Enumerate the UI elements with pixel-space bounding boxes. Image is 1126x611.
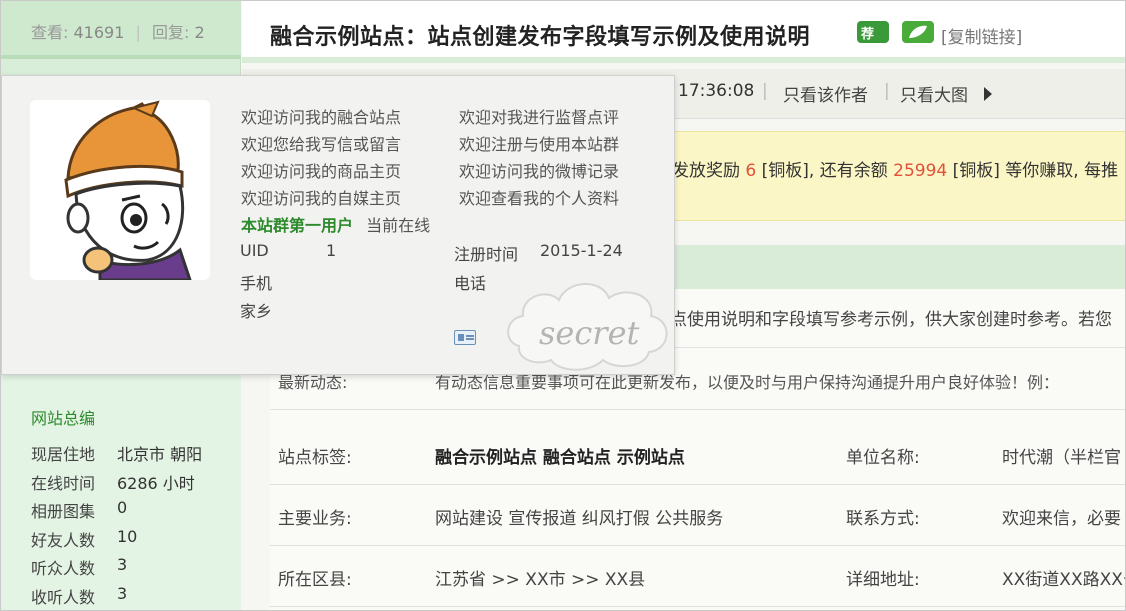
thread-title-bar: 融合示例站点：站点创建发布字段填写示例及使用说明 荐 [复制链接] — [242, 1, 1125, 63]
site-tags[interactable]: 融合示例站点 融合站点 示例站点 — [435, 443, 685, 468]
secret-watermark: secret — [507, 283, 668, 371]
leaf-badge-icon — [902, 21, 934, 43]
profile-link[interactable]: 欢迎访问我的微博记录 — [459, 158, 619, 185]
views-count: 41691 — [73, 23, 125, 42]
user-name[interactable]: 本站群第一用户 — [241, 216, 353, 235]
svg-text:secret: secret — [539, 314, 640, 352]
user-stat-row: 相册图集 0 — [31, 498, 128, 521]
mobile-label: 手机 — [240, 273, 273, 293]
online-status: 当前在线 — [366, 216, 431, 235]
replies-count: 2 — [194, 23, 205, 42]
uid-value: 1 — [326, 241, 337, 260]
user-name-line: 本站群第一用户 当前在线 — [241, 212, 430, 236]
field-row-tags: 站点标签: 融合示例站点 融合站点 示例站点 单位名称: 时代潮（半栏官 — [270, 425, 1125, 485]
views-label: 查看: — [31, 23, 69, 42]
balance-amount: 25994 — [893, 161, 948, 181]
profile-link[interactable]: 欢迎访问我的融合站点 — [241, 104, 459, 131]
recommend-badge: 荐 — [857, 21, 889, 43]
field-row-business: 主要业务: 网站建设 宣传报道 纠风打假 公共服务 联系方式: 欢迎来信，必要 — [270, 486, 1125, 546]
profile-links: 欢迎访问我的融合站点 欢迎对我进行监督点评 欢迎您给我写信或留言 欢迎注册与使用本站… — [241, 104, 619, 212]
user-stat-row: 现居住地 北京市 朝阳 — [31, 445, 203, 464]
page-frame: 查看: 41691 | 回复: 2 网站总编 现居住地 北京市 朝阳 在线时间 62… — [0, 0, 1126, 611]
reward-amount: 6 — [745, 161, 757, 181]
field-value: XX街道XX路XX号 — [1002, 570, 1125, 590]
profile-link[interactable]: 欢迎查看我的个人资料 — [459, 185, 619, 212]
thread-title: 融合示例站点：站点创建发布字段填写示例及使用说明 — [270, 25, 811, 50]
user-group-link[interactable]: 网站总编 — [31, 405, 95, 429]
field-label: 站点标签: — [278, 448, 352, 468]
field-value: 网站建设 宣传报道 纠风打假 公共服务 — [435, 509, 724, 529]
only-images-link[interactable]: 只看大图 — [900, 81, 968, 106]
field-label: 主要业务: — [278, 509, 352, 529]
field-label: 联系方式: — [846, 509, 920, 529]
hometown-label: 家乡 — [240, 302, 273, 321]
profile-link[interactable]: 欢迎对我进行监督点评 — [459, 104, 619, 131]
field-value: 欢迎来信，必要 — [1002, 509, 1121, 529]
user-stats-list: 现居住地 北京市 朝阳 在线时间 6286 小时 相册图集 0 好友人数 10 听众人数… — [31, 441, 203, 610]
replies-label: 回复: — [151, 23, 190, 42]
field-label: 所在区县: — [278, 570, 352, 590]
uid-label: UID — [240, 241, 269, 260]
user-info-popup: 欢迎访问我的融合站点 欢迎对我进行监督点评 欢迎您给我写信或留言 欢迎注册与使用本站… — [1, 75, 675, 375]
user-stat-row: 好友人数 10 — [31, 526, 138, 550]
field-label: 单位名称: — [846, 448, 920, 468]
profile-link[interactable]: 欢迎访问我的自媒主页 — [241, 185, 459, 212]
profile-link[interactable]: 欢迎注册与使用本站群 — [459, 131, 619, 158]
intro-text: 点使用说明和字段填写参考示例，供大家创建时参考。若您 — [670, 310, 1112, 330]
only-author-link[interactable]: 只看该作者 — [783, 81, 868, 106]
user-stat-row: 听众人数 3 — [31, 555, 128, 578]
profile-link[interactable]: 欢迎您给我写信或留言 — [241, 131, 459, 158]
field-value: 江苏省 >> XX市 >> XX县 — [435, 570, 646, 590]
user-stat-row: 收听人数 3 — [31, 583, 128, 607]
profile-link[interactable]: 欢迎访问我的商品主页 — [241, 158, 459, 185]
reward-text: 发放奖励 6 [铜板], 还有余额 25994 [铜板] 等你赚取, 每推 — [672, 161, 1119, 181]
field-row-location: 所在区县: 江苏省 >> XX市 >> XX县 详细地址: XX街道XX路XX号 — [270, 547, 1125, 607]
thread-stats: 查看: 41691 | 回复: 2 — [1, 1, 241, 59]
contact-card-icon[interactable] — [454, 330, 476, 345]
avatar[interactable] — [30, 100, 210, 280]
field-value: 时代潮（半栏官 — [1002, 448, 1121, 468]
post-time: 17:36:08 — [678, 81, 755, 101]
field-label: 详细地址: — [846, 570, 920, 590]
user-stat-row: 在线时间 6286 小时 — [31, 473, 195, 493]
copy-link-button[interactable]: [复制链接] — [941, 23, 1022, 48]
arrow-right-icon[interactable] — [984, 87, 992, 101]
